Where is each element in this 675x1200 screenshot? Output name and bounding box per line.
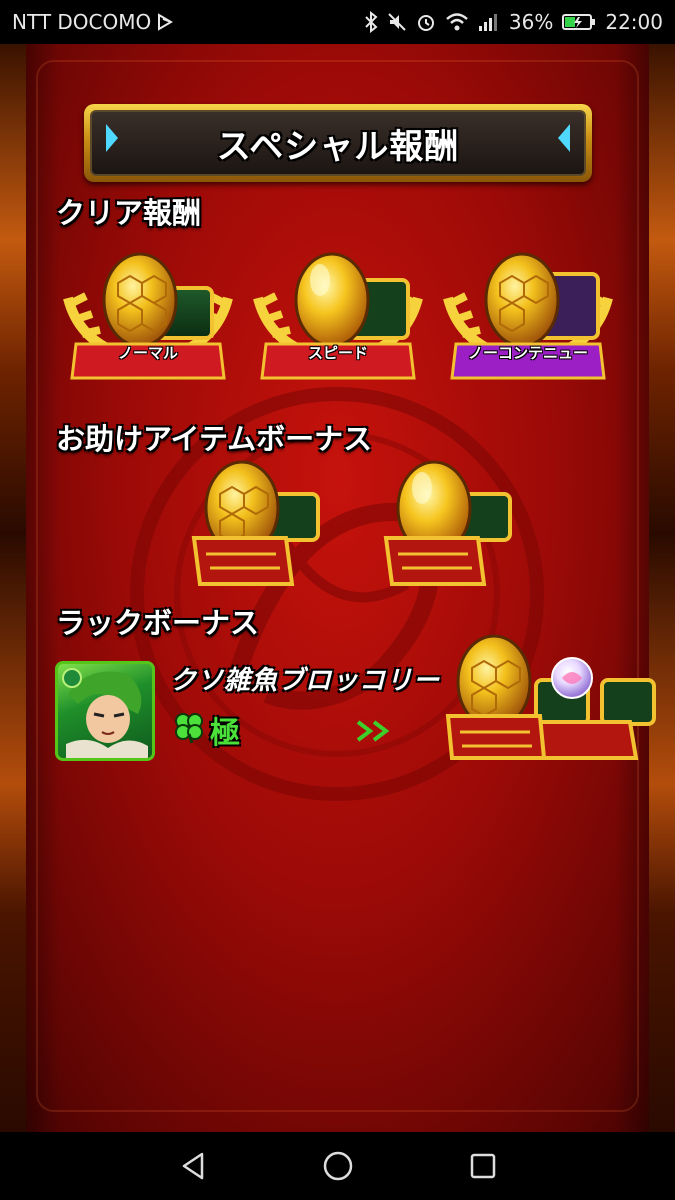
wifi-icon bbox=[445, 12, 469, 32]
laurel-egg-icon bbox=[63, 252, 233, 380]
recents-icon bbox=[470, 1153, 495, 1179]
ribbon-label-normal: ノーマル bbox=[117, 343, 178, 362]
frame-right bbox=[649, 44, 675, 1132]
alarm-icon bbox=[416, 12, 436, 32]
bluetooth-icon bbox=[364, 11, 378, 33]
laurel-egg-icon bbox=[253, 252, 423, 380]
monster-name: クソ雑魚ブロッコリー bbox=[170, 666, 441, 696]
game-screen[interactable]: スペシャル報酬 クリア報酬 ノーマル スピード ノーコンテニュー お助けアイテム… bbox=[0, 44, 675, 1132]
monster-avatar[interactable] bbox=[55, 661, 155, 761]
back-button[interactable] bbox=[168, 1141, 218, 1191]
signal-icon bbox=[478, 12, 500, 32]
clear-reward-heading: クリア報酬 bbox=[56, 196, 202, 230]
banner-right-arrow-icon bbox=[558, 124, 570, 152]
recents-button[interactable] bbox=[458, 1141, 508, 1191]
ribbon-label-speed: スピード bbox=[307, 343, 368, 362]
home-icon bbox=[323, 1151, 352, 1181]
carrier: NTT DOCOMO bbox=[12, 10, 174, 34]
home-button[interactable] bbox=[313, 1141, 363, 1191]
page-title: スペシャル報酬 bbox=[216, 126, 460, 167]
navigation-bar bbox=[0, 1132, 675, 1200]
reward-no-continue[interactable]: ノーコンテニュー bbox=[438, 228, 618, 408]
notification-icon bbox=[157, 13, 174, 31]
luck-reward-chests-icon[interactable] bbox=[442, 628, 658, 764]
double-arrow-icon bbox=[356, 720, 390, 742]
reward-normal[interactable]: ノーマル bbox=[58, 228, 238, 408]
laurel-egg-icon bbox=[443, 252, 613, 380]
back-icon bbox=[182, 1152, 203, 1180]
luck-bonus-heading: ラックボーナス bbox=[56, 606, 260, 640]
helper-bonus-heading: お助けアイテムボーナス bbox=[56, 422, 373, 456]
treasure-chest-egg-icon[interactable] bbox=[186, 454, 326, 590]
battery-percent: 36% bbox=[508, 10, 554, 34]
reward-speed[interactable]: スピード bbox=[248, 228, 428, 408]
frame-left bbox=[0, 44, 26, 1132]
monster-portrait-icon bbox=[62, 668, 148, 758]
battery-icon bbox=[562, 13, 596, 31]
clock: 22:00 bbox=[605, 10, 663, 34]
luck-level: 極 bbox=[210, 716, 240, 751]
banner-left-arrow-icon bbox=[106, 124, 118, 152]
ribbon-label-no-continue: ノーコンテニュー bbox=[467, 343, 588, 362]
title-plate: スペシャル報酬 bbox=[90, 110, 586, 176]
treasure-chest-egg-icon[interactable] bbox=[378, 454, 518, 590]
carrier-label: NTT DOCOMO bbox=[12, 10, 152, 34]
status-bar: NTT DOCOMO 36% 22:00 bbox=[0, 0, 675, 44]
title-banner: スペシャル報酬 bbox=[84, 104, 592, 182]
clover-icon bbox=[175, 713, 203, 744]
mute-icon bbox=[387, 12, 407, 32]
